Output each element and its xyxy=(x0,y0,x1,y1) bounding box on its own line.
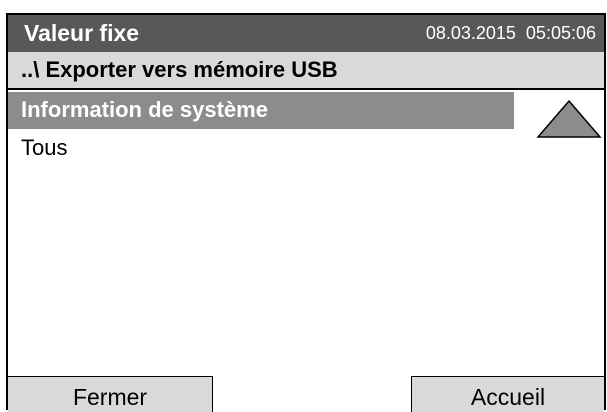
page-title: Valeur fixe xyxy=(24,20,140,46)
breadcrumb-label: ..\ Exporter vers mémoire USB xyxy=(21,57,338,82)
list-item-all[interactable]: Tous xyxy=(8,130,514,167)
time-label: 05:05:06 xyxy=(525,23,596,43)
breadcrumb[interactable]: ..\ Exporter vers mémoire USB xyxy=(8,52,604,90)
datetime-display: 08.03.2015 05:05:06 xyxy=(426,22,596,44)
triangle-up-icon xyxy=(536,99,602,138)
date-label: 08.03.2015 xyxy=(425,23,516,43)
scroll-up-button[interactable] xyxy=(536,99,602,139)
title-bar: Valeur fixe 08.03.2015 05:05:06 xyxy=(8,15,604,52)
close-button[interactable]: Fermer xyxy=(8,376,213,412)
list-item-label: Information de système xyxy=(21,97,268,122)
device-screen: Valeur fixe 08.03.2015 05:05:06 ..\ Expor… xyxy=(6,13,606,412)
list-item-system-information[interactable]: Information de système xyxy=(8,92,514,129)
home-button[interactable]: Accueil xyxy=(411,376,604,412)
list-item-label: Tous xyxy=(21,135,68,160)
